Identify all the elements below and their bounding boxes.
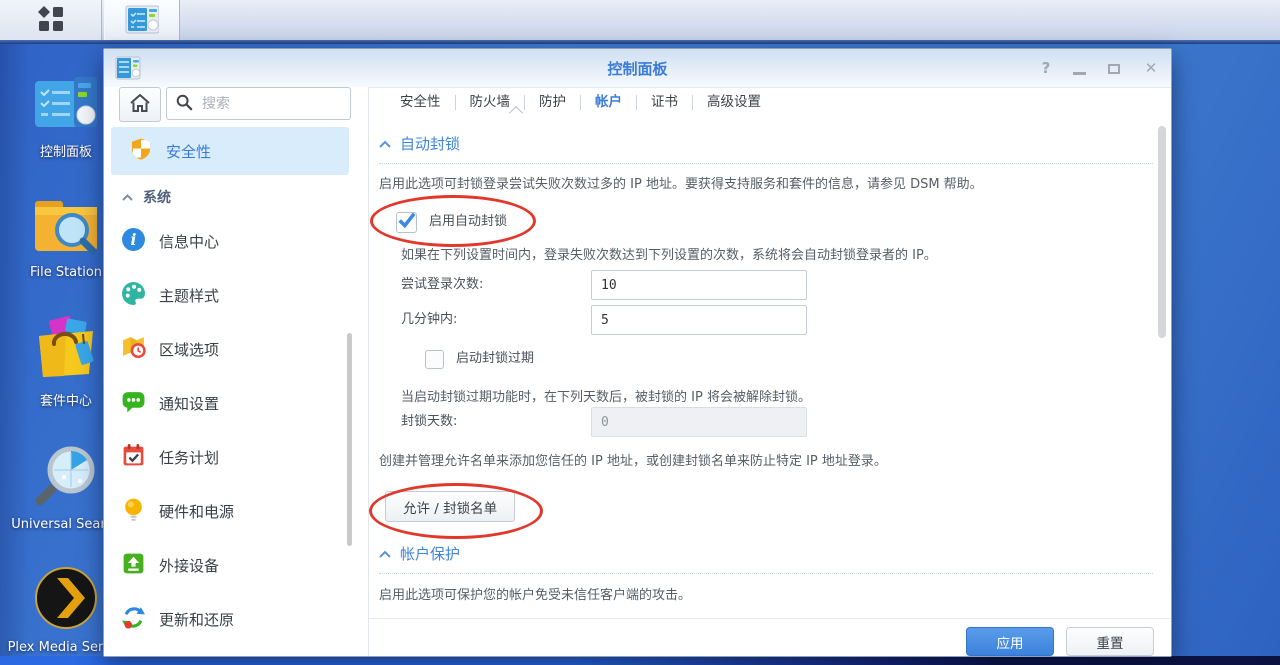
tab-security[interactable]: 安全性 (386, 89, 455, 115)
search-input[interactable] (200, 94, 324, 113)
reset-button[interactable]: 重置 (1066, 627, 1154, 656)
universal-search-icon (34, 443, 98, 511)
within-minutes-label: 几分钟内: (401, 312, 458, 327)
tab-protection[interactable]: 防护 (525, 89, 580, 115)
taskbar (0, 0, 1280, 40)
minimize-icon[interactable] (1073, 62, 1089, 75)
sidebar-section-label: 系统 (143, 190, 171, 206)
lightbulb-icon (121, 497, 146, 526)
sidebar-section-system[interactable]: 系统 (122, 187, 171, 207)
within-minutes-input[interactable] (591, 305, 807, 335)
control-panel-icon (125, 3, 160, 38)
plex-icon (34, 566, 98, 634)
desktop-icon-label: 控制面板 (39, 145, 92, 160)
taskbar-control-panel-button[interactable] (104, 0, 180, 40)
screen: 控制面板 File Station 套件中心 Universal Search … (0, 0, 1280, 665)
file-station-icon (34, 193, 98, 259)
home-button[interactable] (119, 87, 161, 122)
sidebar-item-notification-settings[interactable]: 通知设置 (104, 376, 369, 430)
sidebar-search[interactable] (166, 87, 351, 120)
info-icon: i (121, 227, 146, 256)
enable-block-expiration-row[interactable]: 启动封锁过期 (425, 344, 534, 374)
auto-block-description: 启用此选项可封锁登录尝试失败次数过多的 IP 地址。要获得支持服务和套件的信息，… (379, 177, 983, 192)
palette-icon (121, 281, 146, 310)
unblock-days-label: 封锁天数: (401, 414, 458, 429)
window-title: 控制面板 (607, 59, 668, 78)
maximize-icon[interactable] (1108, 62, 1124, 74)
collapse-icon (379, 140, 391, 148)
section-header-account-protection[interactable]: 帐户保护 (379, 543, 1153, 574)
sidebar-item-regional-options[interactable]: 区域选项 (104, 322, 369, 376)
footer-bar: 应用 重置 (369, 618, 1171, 656)
tab-bar: 安全性 防火墙 防护 帐户 证书 高级设置 (386, 89, 775, 115)
speech-bubble-icon (121, 389, 146, 418)
collapse-icon (379, 550, 391, 558)
main-menu-button[interactable] (0, 0, 102, 40)
taskbar-border (0, 40, 1280, 44)
package-center-icon (34, 315, 98, 384)
tab-advanced-settings[interactable]: 高级设置 (693, 89, 775, 115)
sidebar-scrollbar[interactable] (347, 333, 352, 546)
tab-certificate[interactable]: 证书 (637, 89, 692, 115)
sidebar-item-hardware-power[interactable]: 硬件和电源 (104, 484, 369, 538)
desktop-icon-label: 套件中心 (39, 394, 92, 409)
content-scrollbar[interactable] (1158, 126, 1166, 338)
desktop-wallpaper-bottom-edge (0, 656, 1280, 665)
tab-account[interactable]: 帐户 (581, 89, 636, 115)
sidebar: 安全性 系统 i 信息中心 (104, 87, 369, 656)
search-icon (175, 93, 193, 115)
account-protection-description: 启用此选项可保护您的帐户免受未信任客户端的攻击。 (379, 588, 692, 603)
checkbox-label: 启动封锁过期 (456, 351, 535, 366)
auto-block-condition-description: 如果在下列设置时间内，登录失败次数达到下列设置的次数，系统将会自动封锁登录者的 … (401, 248, 937, 263)
content-pane: 安全性 防火墙 防护 帐户 证书 高级设置 自动封锁 启用此选项可封锁登录尝试失… (369, 87, 1171, 656)
home-icon (129, 93, 151, 117)
sidebar-item-task-scheduler[interactable]: 任务计划 (104, 430, 369, 484)
apply-button[interactable]: 应用 (966, 627, 1054, 656)
checkbox-unchecked[interactable] (425, 349, 444, 369)
chevron-up-icon (122, 193, 133, 201)
shield-icon (129, 137, 153, 165)
login-attempts-label: 尝试登录次数: (401, 277, 484, 292)
red-circle-annotation-allow-block-list (369, 483, 543, 539)
sidebar-item-update-restore[interactable]: 更新和还原 (104, 592, 369, 646)
sidebar-item-external-devices[interactable]: 外接设备 (104, 538, 369, 592)
login-attempts-input[interactable] (591, 270, 807, 300)
control-panel-icon (34, 73, 98, 135)
control-panel-window: 控制面板 ? ✕ 搜索 安全性 系统 i 信息中心 主题样式 区域选项 通知设置… (103, 48, 1172, 657)
svg-text:i: i (131, 230, 137, 249)
allow-block-list-description: 创建并管理允许名单来添加您信任的 IP 地址，或创建封锁名单来防止特定 IP 地… (379, 454, 887, 469)
sidebar-item-info-center[interactable]: i 信息中心 (104, 214, 369, 268)
map-clock-icon (121, 335, 146, 364)
red-circle-annotation-enable-auto-block (370, 195, 536, 247)
calendar-check-icon (121, 443, 146, 472)
desktop-icon-label: File Station (29, 265, 103, 280)
close-icon[interactable]: ✕ (1143, 59, 1159, 77)
sidebar-item-theme-style[interactable]: 主题样式 (104, 268, 369, 322)
help-icon[interactable]: ? (1038, 59, 1054, 77)
block-expiration-description: 当启动封锁过期功能时，在下列天数后，被封锁的 IP 将会被解除封锁。 (401, 390, 811, 405)
section-header-auto-block[interactable]: 自动封锁 (379, 133, 1153, 164)
app-launcher-icon (37, 5, 64, 36)
update-arrows-icon (121, 605, 146, 634)
window-titlebar[interactable]: 控制面板 ? ✕ (104, 49, 1171, 88)
unblock-days-input (591, 407, 807, 437)
eject-device-icon (121, 551, 146, 580)
sidebar-item-label: 安全性 (166, 142, 212, 161)
sidebar-item-security[interactable]: 安全性 (111, 127, 349, 175)
